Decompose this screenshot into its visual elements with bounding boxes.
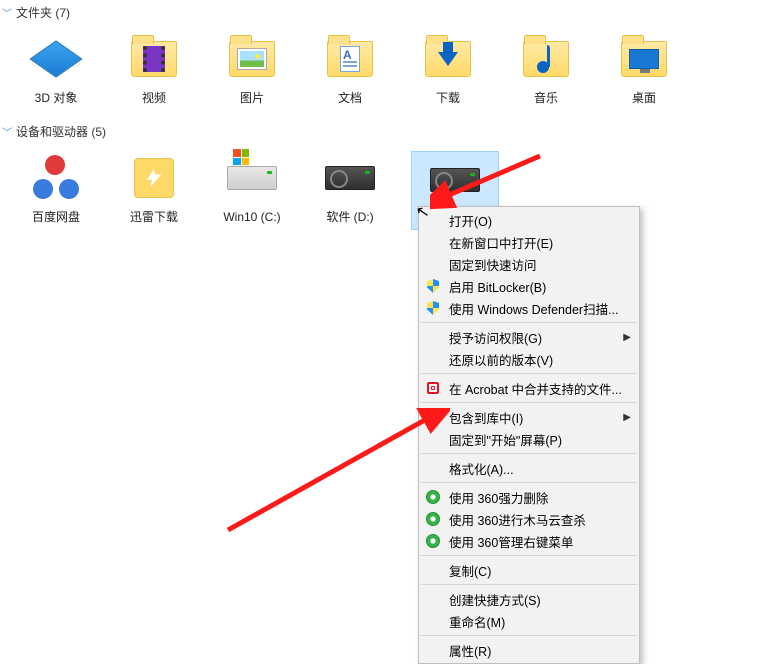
menu-defender-scan[interactable]: 使用 Windows Defender扫描...	[419, 297, 639, 319]
drive-baidu[interactable]: 百度网盘	[20, 152, 92, 228]
360-icon	[425, 511, 441, 527]
folder-3d-objects[interactable]: 3D 对象	[20, 33, 92, 105]
menu-separator	[421, 402, 637, 403]
folder-pictures[interactable]: 图片	[216, 33, 288, 105]
item-label: 下载	[436, 91, 460, 105]
chevron-down-icon: ﹀	[2, 5, 12, 20]
menu-pin-start[interactable]: 固定到"开始"屏幕(P)	[419, 428, 639, 450]
menu-format[interactable]: 格式化(A)...	[419, 457, 639, 479]
item-label: 3D 对象	[35, 91, 78, 105]
menu-separator	[421, 555, 637, 556]
folders-section-header[interactable]: ﹀ 文件夹 (7)	[0, 0, 768, 25]
item-label: 桌面	[632, 91, 656, 105]
shield-icon	[425, 300, 441, 316]
item-label: 百度网盘	[32, 210, 80, 224]
drive-icon	[324, 152, 376, 204]
chevron-down-icon: ﹀	[2, 124, 12, 139]
menu-360-manage-context[interactable]: 使用 360管理右键菜单	[419, 530, 639, 552]
folder-icon	[618, 33, 670, 85]
menu-bitlocker[interactable]: 启用 BitLocker(B)	[419, 275, 639, 297]
pdf-icon	[425, 380, 441, 396]
menu-acrobat-combine[interactable]: 在 Acrobat 中合并支持的文件...	[419, 377, 639, 399]
item-label: 迅雷下载	[130, 210, 178, 224]
context-menu: 打开(O) 在新窗口中打开(E) 固定到快速访问 启用 BitLocker(B)…	[418, 206, 640, 664]
baidu-icon	[30, 152, 82, 204]
drive-software-d[interactable]: 软件 (D:)	[314, 152, 386, 228]
item-label: 音乐	[534, 91, 558, 105]
menu-grant-access[interactable]: 授予访问权限(G)▶	[419, 326, 639, 348]
folders-grid: 3D 对象 视频 图片 文档 下载 音乐 桌面	[0, 25, 768, 119]
folder-icon	[324, 33, 376, 85]
drive-win10-c[interactable]: Win10 (C:)	[216, 152, 288, 228]
folder-icon	[226, 33, 278, 85]
menu-create-shortcut[interactable]: 创建快捷方式(S)	[419, 588, 639, 610]
menu-properties[interactable]: 属性(R)	[419, 639, 639, 661]
folder-documents[interactable]: 文档	[314, 33, 386, 105]
folder-music[interactable]: 音乐	[510, 33, 582, 105]
xunlei-icon	[128, 152, 180, 204]
menu-open-new-window[interactable]: 在新窗口中打开(E)	[419, 231, 639, 253]
menu-open[interactable]: 打开(O)	[419, 209, 639, 231]
menu-360-trojan-scan[interactable]: 使用 360进行木马云查杀	[419, 508, 639, 530]
folder-videos[interactable]: 视频	[118, 33, 190, 105]
menu-separator	[421, 453, 637, 454]
360-icon	[425, 489, 441, 505]
menu-rename[interactable]: 重命名(M)	[419, 610, 639, 632]
cube-icon	[30, 33, 82, 85]
item-label: 视频	[142, 91, 166, 105]
menu-restore-versions[interactable]: 还原以前的版本(V)	[419, 348, 639, 370]
annotation-arrow	[220, 408, 450, 538]
menu-360-force-delete[interactable]: 使用 360强力删除	[419, 486, 639, 508]
folder-icon	[422, 33, 474, 85]
item-label: Win10 (C:)	[223, 210, 280, 224]
item-label: 文档	[338, 91, 362, 105]
menu-separator	[421, 482, 637, 483]
folder-downloads[interactable]: 下载	[412, 33, 484, 105]
folder-icon	[520, 33, 572, 85]
drives-header-label: 设备和驱动器 (5)	[16, 123, 106, 140]
360-icon	[425, 533, 441, 549]
menu-separator	[421, 373, 637, 374]
folder-icon	[128, 33, 180, 85]
submenu-arrow-icon: ▶	[623, 332, 631, 343]
drive-icon	[429, 154, 481, 206]
drive-xunlei[interactable]: 迅雷下载	[118, 152, 190, 228]
menu-pin-quick-access[interactable]: 固定到快速访问	[419, 253, 639, 275]
submenu-arrow-icon: ▶	[623, 412, 631, 423]
folder-desktop[interactable]: 桌面	[608, 33, 680, 105]
menu-separator	[421, 584, 637, 585]
drives-grid: 百度网盘 迅雷下载 Win10 (C:) 软件 (D:) Win7	[0, 144, 768, 242]
shield-icon	[425, 278, 441, 294]
menu-separator	[421, 322, 637, 323]
menu-copy[interactable]: 复制(C)	[419, 559, 639, 581]
item-label: 软件 (D:)	[326, 210, 373, 224]
menu-include-library[interactable]: 包含到库中(I)▶	[419, 406, 639, 428]
item-label: 图片	[240, 91, 264, 105]
menu-separator	[421, 635, 637, 636]
folders-header-label: 文件夹 (7)	[16, 4, 70, 21]
drive-icon	[226, 152, 278, 204]
drives-section-header[interactable]: ﹀ 设备和驱动器 (5)	[0, 119, 768, 144]
